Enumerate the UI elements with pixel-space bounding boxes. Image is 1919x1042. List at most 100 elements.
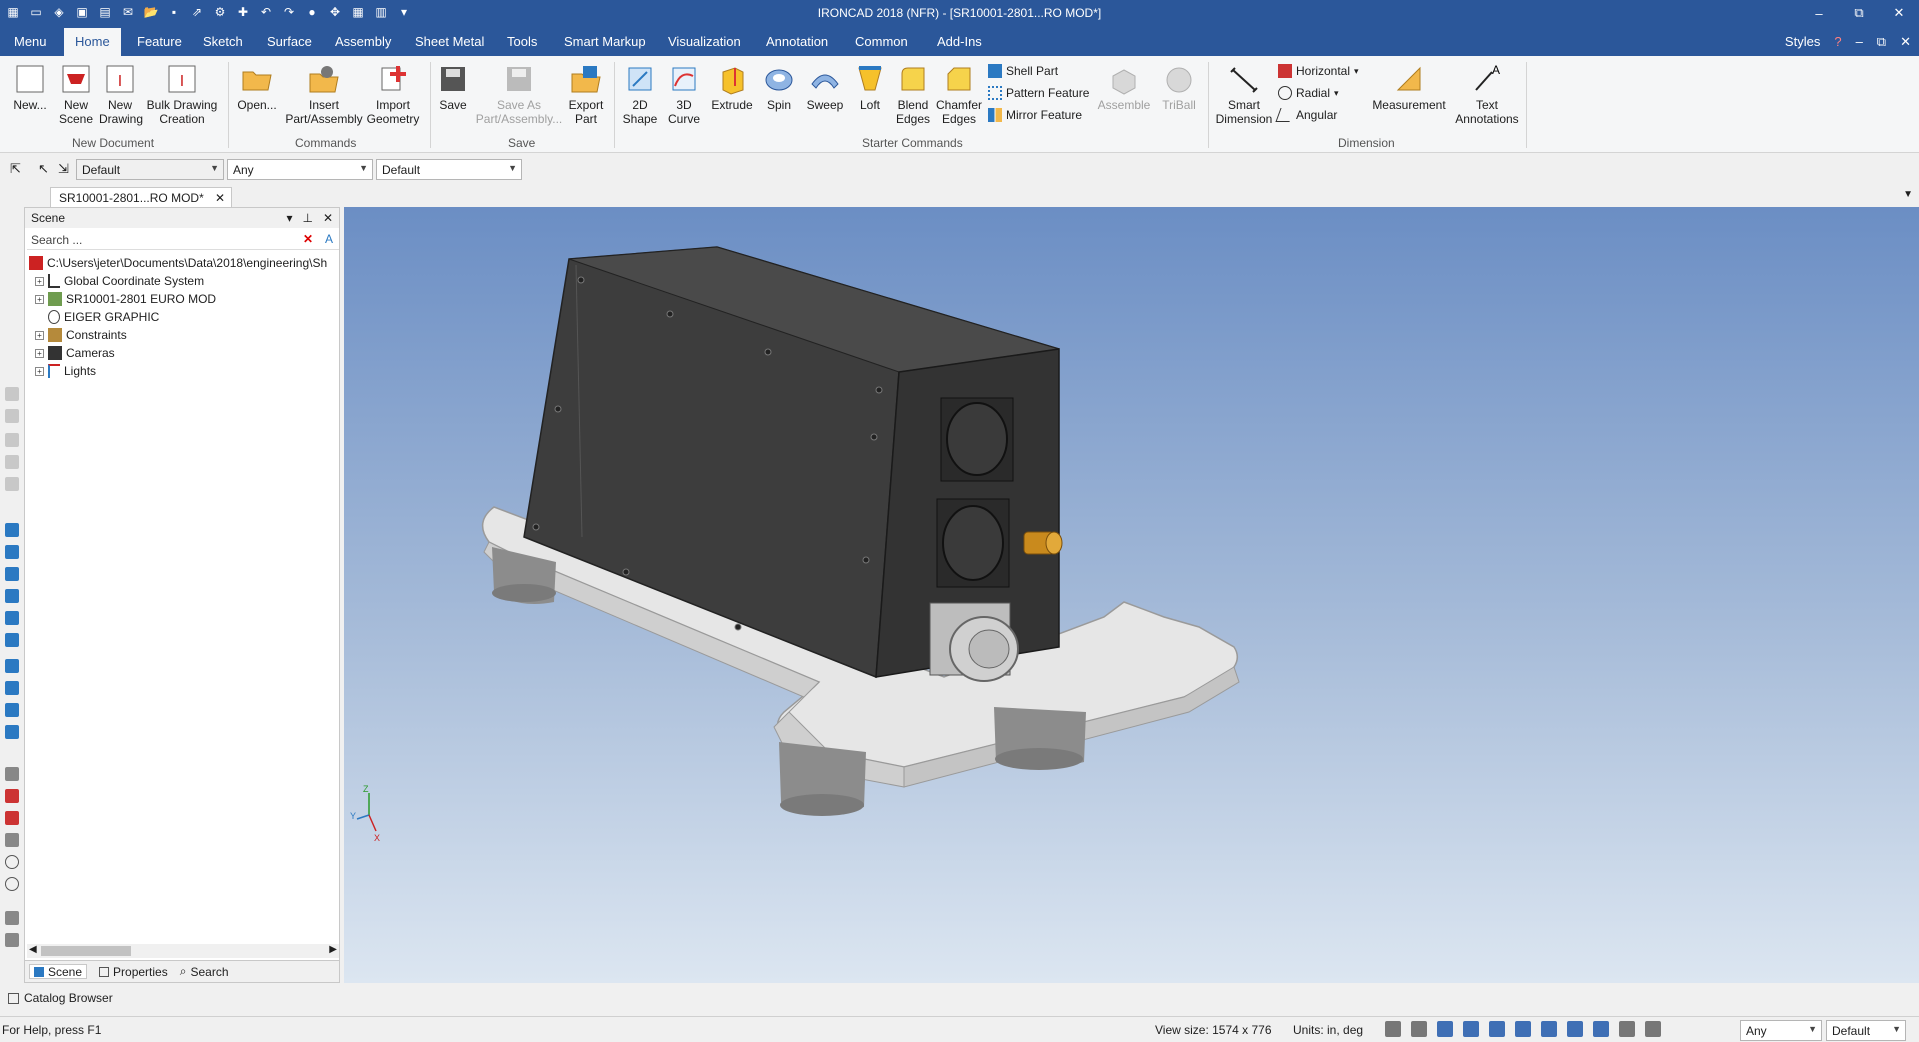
panel-dropdown-icon[interactable]: ▾: [286, 211, 292, 225]
tab-assembly[interactable]: Assembly: [335, 34, 391, 49]
tree-item-assembly[interactable]: + SR10001-2801 EURO MOD: [27, 290, 339, 308]
tab-tools[interactable]: Tools: [507, 34, 537, 49]
tree-item-lights[interactable]: + Lights: [27, 362, 339, 380]
view-back-icon[interactable]: [5, 545, 19, 559]
section-icon[interactable]: [1567, 1021, 1583, 1037]
minimize-button[interactable]: –: [1799, 0, 1839, 26]
tree-horizontal-scrollbar[interactable]: ◀ ▶: [27, 944, 339, 958]
assemble-button[interactable]: Assemble: [1096, 62, 1152, 112]
view-icon[interactable]: [5, 409, 19, 423]
tab-feature[interactable]: Feature: [137, 34, 182, 49]
extrude-button[interactable]: Extrude: [710, 62, 754, 112]
curve-tool-icon[interactable]: [5, 911, 19, 925]
zoom-icon[interactable]: [1385, 1021, 1401, 1037]
tree-item-cameras[interactable]: + Cameras: [27, 344, 339, 362]
pin-icon[interactable]: ⊥: [302, 211, 312, 225]
save-as-part-assembly-button[interactable]: Save As Part/Assembly...: [474, 62, 564, 126]
expand-icon[interactable]: +: [35, 330, 44, 340]
smart-dimension-button[interactable]: Smart Dimension: [1212, 62, 1276, 126]
tree-item-root[interactable]: C:\Users\jeter\Documents\Data\2018\engin…: [27, 254, 339, 272]
view-left-icon[interactable]: [5, 567, 19, 581]
close-icon[interactable]: ✕: [215, 191, 225, 205]
expand-icon[interactable]: +: [35, 294, 44, 304]
new-drawing-button[interactable]: I New Drawing: [99, 62, 143, 126]
measurement-button[interactable]: Measurement: [1370, 62, 1448, 112]
tab-surface[interactable]: Surface: [267, 34, 312, 49]
ruler-tool-icon[interactable]: [5, 933, 19, 947]
bottom-tab-scene[interactable]: Scene: [29, 964, 88, 979]
select-filter-icon[interactable]: ⇲: [58, 161, 69, 177]
selection-tool-icon[interactable]: ⇱: [10, 161, 21, 177]
view-iso-icon[interactable]: [5, 681, 19, 695]
tree-item-eiger-graphic[interactable]: EIGER GRAPHIC: [27, 308, 339, 326]
open-button[interactable]: Open...: [236, 62, 278, 112]
ribbon-close-icon[interactable]: ✕: [1900, 34, 1911, 50]
tab-visualization[interactable]: Visualization: [668, 34, 741, 49]
mirror-feature-button[interactable]: Mirror Feature: [988, 108, 1082, 122]
view-iso-icon[interactable]: [1489, 1021, 1505, 1037]
export-part-button[interactable]: Export Part: [564, 62, 608, 126]
pointer-icon[interactable]: ↖: [38, 161, 49, 177]
view-iso-icon[interactable]: [5, 725, 19, 739]
triball-button[interactable]: TriBall: [1156, 62, 1202, 112]
view-front-icon[interactable]: [1463, 1021, 1479, 1037]
3d-viewport[interactable]: Z Y X: [344, 207, 1919, 983]
catalog-browser-strip[interactable]: Catalog Browser: [0, 983, 1919, 1013]
clear-search-icon[interactable]: ✕: [303, 232, 313, 246]
import-geometry-button[interactable]: Import Geometry: [366, 62, 420, 126]
expand-icon[interactable]: +: [35, 348, 44, 358]
circle-tool-icon[interactable]: [5, 877, 19, 891]
save-button[interactable]: Save: [436, 62, 470, 112]
view-front-icon[interactable]: [5, 523, 19, 537]
selection-icon[interactable]: [1619, 1021, 1635, 1037]
view-icon[interactable]: [5, 455, 19, 469]
lighting-icon[interactable]: [1541, 1021, 1557, 1037]
pointer-icon[interactable]: [1645, 1021, 1661, 1037]
3d-curve-button[interactable]: 3D Curve: [664, 62, 704, 126]
search-options-icon[interactable]: A: [325, 232, 333, 246]
view-right-icon[interactable]: [5, 589, 19, 603]
tab-smart-markup[interactable]: Smart Markup: [564, 34, 646, 49]
loft-button[interactable]: Loft: [852, 62, 888, 112]
tab-annotation[interactable]: Annotation: [766, 34, 828, 49]
ribbon-minimize-icon[interactable]: –: [1856, 34, 1863, 50]
spin-button[interactable]: Spin: [758, 62, 800, 112]
ribbon-restore-icon[interactable]: ⧉: [1877, 34, 1886, 50]
angular-dimension-button[interactable]: Angular: [1275, 108, 1337, 122]
restore-button[interactable]: ⧉: [1839, 0, 1879, 26]
close-icon[interactable]: ✕: [323, 211, 333, 225]
tab-common[interactable]: Common: [855, 34, 908, 49]
view-top-icon[interactable]: [5, 611, 19, 625]
tree-item-global-coordinate-system[interactable]: + Global Coordinate System: [27, 272, 339, 290]
document-tab[interactable]: SR10001-2801...RO MOD* ✕: [50, 187, 232, 207]
camera-icon[interactable]: [1593, 1021, 1609, 1037]
tab-home[interactable]: Home: [64, 28, 121, 56]
tab-menu[interactable]: Menu: [14, 34, 47, 49]
new-button[interactable]: New...: [10, 62, 50, 112]
status-filter-combo[interactable]: Any ▼: [1740, 1020, 1822, 1041]
bulk-drawing-creation-button[interactable]: I Bulk Drawing Creation: [145, 62, 219, 126]
scroll-right-icon[interactable]: ▶: [329, 944, 337, 955]
new-scene-button[interactable]: New Scene: [56, 62, 96, 126]
view-iso-icon[interactable]: [5, 703, 19, 717]
view-icon[interactable]: [5, 433, 19, 447]
dimension-tool-icon[interactable]: [5, 767, 19, 781]
scrollbar-thumb[interactable]: [41, 946, 131, 956]
expand-icon[interactable]: +: [35, 366, 44, 376]
tab-sheet-metal[interactable]: Sheet Metal: [415, 34, 484, 49]
shell-part-button[interactable]: Shell Part: [988, 64, 1058, 78]
styles-dropdown[interactable]: Styles: [1785, 34, 1820, 50]
text-annotations-button[interactable]: A Text Annotations: [1452, 62, 1522, 126]
tab-sketch[interactable]: Sketch: [203, 34, 243, 49]
expand-icon[interactable]: +: [35, 276, 44, 286]
scene-search-input[interactable]: Search ... ✕ A: [27, 230, 339, 250]
tab-add-ins[interactable]: Add-Ins: [937, 34, 982, 49]
sweep-button[interactable]: Sweep: [803, 62, 847, 112]
circle-tool-icon[interactable]: [5, 855, 19, 869]
markup-tool-icon[interactable]: [5, 789, 19, 803]
filter-combo[interactable]: Any ▼: [227, 159, 373, 180]
scroll-left-icon[interactable]: ◀: [29, 944, 37, 955]
tree-item-constraints[interactable]: + Constraints: [27, 326, 339, 344]
help-icon[interactable]: ?: [1834, 34, 1841, 50]
bottom-tab-search[interactable]: ⌕ Search: [180, 964, 229, 979]
